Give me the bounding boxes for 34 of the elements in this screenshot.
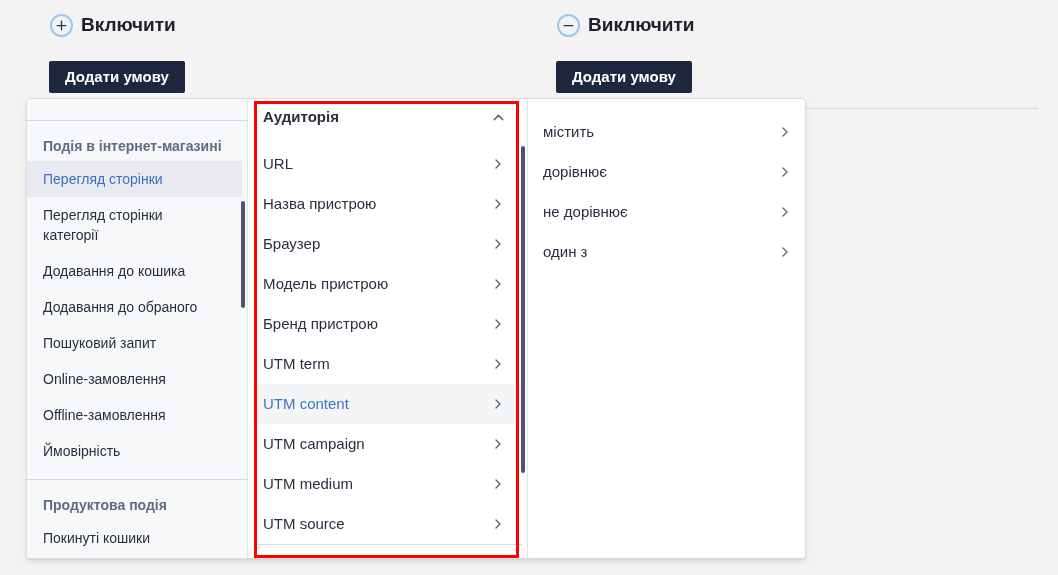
section-title: Виключити [588, 12, 695, 37]
scrollbar-thumb[interactable] [241, 201, 245, 308]
attribute-item[interactable]: Бренд пристрою [253, 304, 522, 344]
minus-icon [557, 13, 580, 37]
attribute-item[interactable]: URL [253, 144, 522, 184]
category-item[interactable]: Додавання до кошика [27, 253, 242, 289]
operator-item[interactable]: дорівнює [543, 160, 607, 184]
attribute-item[interactable]: UTM source [253, 504, 522, 544]
category-item[interactable]: Покинуті кошики [27, 520, 242, 556]
operator-item[interactable]: один з [543, 240, 588, 264]
attribute-item[interactable]: UTM medium [253, 464, 522, 504]
attribute-item[interactable]: Браузер [253, 224, 522, 264]
operator-item[interactable]: містить [543, 120, 595, 144]
attribute-item[interactable]: UTM campaign [253, 424, 522, 464]
category-item[interactable]: Online-замовлення [27, 361, 242, 397]
attribute-item[interactable]: Назва пристрою [253, 184, 522, 224]
group-heading: Продуктова подія [42, 495, 168, 515]
category-item[interactable]: Пошуковий запит [27, 325, 242, 361]
attribute-item[interactable]: UTM term [253, 344, 522, 384]
category-item[interactable]: Перегляд сторінки категорії [27, 197, 242, 253]
category-item[interactable]: Перегляд сторінки [27, 161, 242, 197]
operator-item[interactable]: не дорівнює [543, 200, 628, 224]
category-item[interactable]: Додавання до обраного [27, 289, 242, 325]
attribute-group-header[interactable]: Аудиторія [258, 99, 509, 135]
category-item[interactable]: Offline-замовлення [27, 397, 242, 433]
plus-icon [50, 13, 73, 37]
category-item[interactable]: Ймовірність [27, 433, 242, 469]
section-title: Включити [81, 12, 176, 37]
scrollbar-thumb[interactable] [521, 146, 525, 473]
add-condition-button[interactable]: Додати умову [556, 61, 692, 93]
group-heading: Подія в інтернет-магазині [42, 136, 223, 156]
attribute-item[interactable]: Модель пристрою [253, 264, 522, 304]
attribute-item[interactable]: UTM content [253, 384, 522, 424]
add-condition-button[interactable]: Додати умову [49, 61, 185, 93]
